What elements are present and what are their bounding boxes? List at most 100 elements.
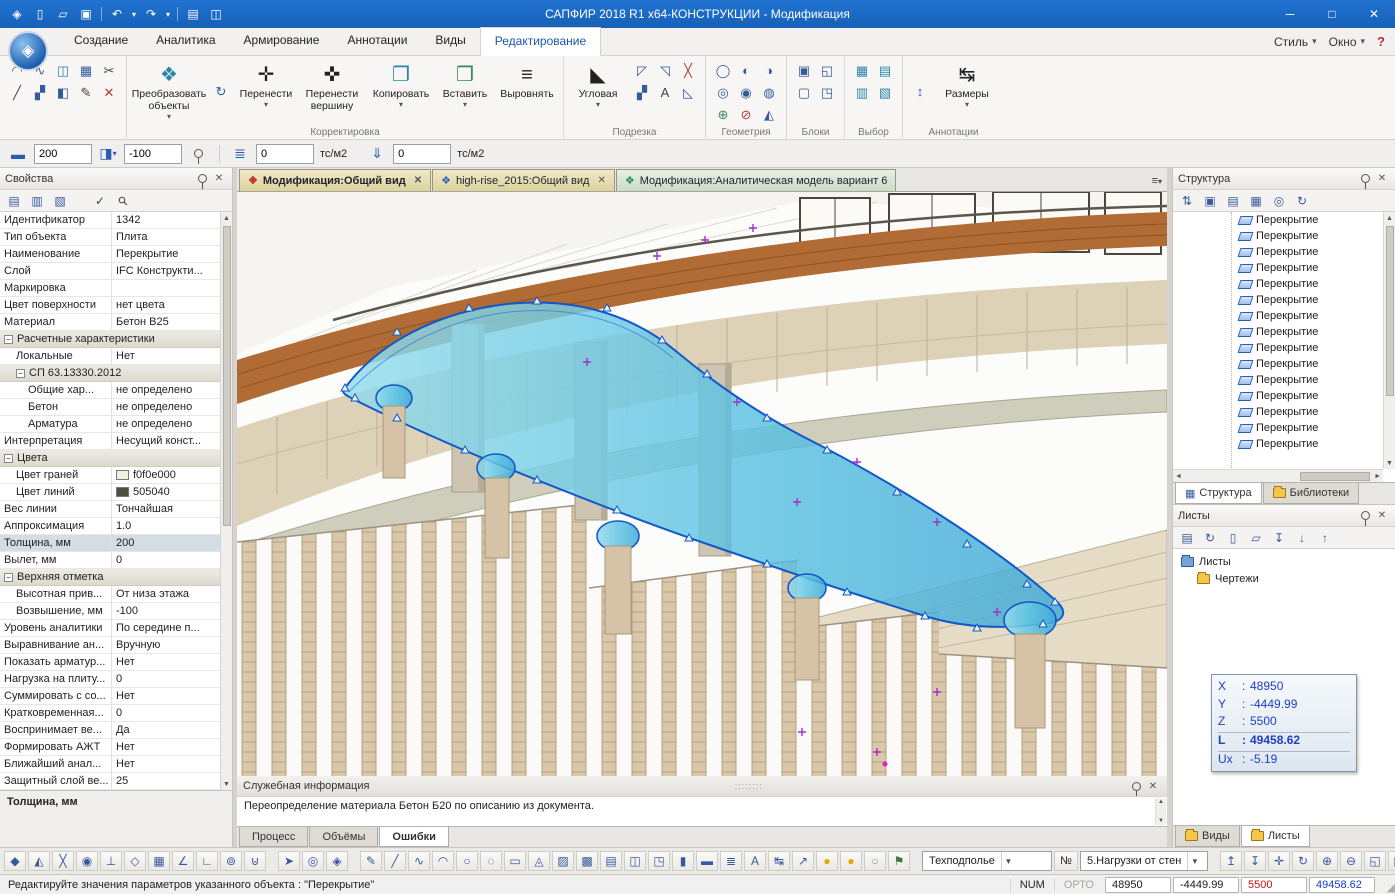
select-similar-icon[interactable]: ▤ — [874, 60, 896, 81]
property-value[interactable]: По середине п... — [112, 622, 220, 634]
sheets-tab-листы[interactable]: Листы — [1241, 826, 1310, 847]
property-row[interactable]: МатериалБетон B25 — [0, 314, 220, 331]
property-value[interactable]: 25 — [112, 775, 220, 787]
numero-button[interactable]: № — [1054, 851, 1078, 871]
chamfer-tool-icon[interactable]: ◺ — [677, 82, 699, 103]
binoculars-icon[interactable]: ◎ — [1269, 192, 1289, 210]
pin-icon[interactable] — [198, 174, 207, 183]
scroll-thumb[interactable] — [223, 226, 231, 526]
sheets-tree-item[interactable]: Чертежи — [1181, 570, 1395, 587]
structure-tree-item[interactable]: Перекрытие — [1173, 340, 1395, 356]
print-preview-icon[interactable]: ◫ — [205, 4, 227, 24]
column-icon[interactable]: ▮ — [672, 851, 694, 871]
property-section[interactable]: −СП 63.13330.2012 — [0, 365, 220, 382]
property-row[interactable]: Тип объектаПлита — [0, 229, 220, 246]
search-icon[interactable]: ⚲ — [110, 187, 137, 214]
snap-nearest-icon[interactable]: ◇ — [124, 851, 146, 871]
refresh-icon[interactable]: ↻ — [1292, 192, 1312, 210]
vertical-dimension-icon[interactable]: ↕ — [909, 81, 931, 102]
magnet-icon[interactable]: ⊍ — [244, 851, 266, 871]
offset-contour-icon[interactable]: ◉ — [735, 82, 757, 103]
property-value[interactable]: 0 — [112, 707, 220, 719]
property-row[interactable]: Ближайший анал...Нет — [0, 756, 220, 773]
eyedropper-icon[interactable]: ✎ — [75, 82, 97, 103]
line-icon[interactable]: ╱ — [384, 851, 406, 871]
sheets-tab-виды[interactable]: Виды — [1175, 826, 1240, 847]
dimensions-button[interactable]: ↹ Размеры ▾ — [936, 60, 998, 109]
info-tab-процесс[interactable]: Процесс — [239, 827, 308, 847]
sheet-from-template-icon[interactable]: ▱ — [1246, 529, 1266, 547]
leader-icon[interactable]: ↗ — [792, 851, 814, 871]
property-value[interactable]: 0 — [112, 554, 220, 566]
add-node-icon[interactable]: ⊕ — [712, 104, 734, 125]
drag-grip[interactable]: :::::::: — [369, 781, 1128, 791]
select-layer-icon[interactable]: ▥ — [851, 82, 873, 103]
window-menu[interactable]: Окно — [1329, 35, 1357, 49]
property-value[interactable]: Нет — [112, 690, 220, 702]
snap-angle-icon[interactable]: ∠ — [172, 851, 194, 871]
settings-view-icon[interactable]: ▧ — [50, 192, 70, 210]
structure-vscrollbar[interactable]: ▲ ▼ — [1383, 212, 1395, 469]
zoom-window-icon[interactable]: ◱ — [1364, 851, 1386, 871]
lamp-off-icon[interactable]: ○ — [864, 851, 886, 871]
ortho-indicator[interactable]: ОРТО — [1054, 879, 1103, 891]
text-icon[interactable]: A — [744, 851, 766, 871]
structure-tree-item[interactable]: Перекрытие — [1173, 276, 1395, 292]
property-value[interactable]: не определено — [112, 401, 220, 413]
orbit-icon[interactable]: ↻ — [1292, 851, 1314, 871]
structure-tab-библиотеки[interactable]: Библиотеки — [1263, 483, 1360, 504]
property-row[interactable]: Цвет гранейf0f0e000 — [0, 467, 220, 484]
storey-down-icon[interactable]: ↧ — [1244, 851, 1266, 871]
rectangle-icon[interactable]: ▭ — [504, 851, 526, 871]
property-value[interactable]: Бетон B25 — [112, 316, 220, 328]
property-row[interactable]: Арматуране определено — [0, 416, 220, 433]
sort-asc-icon[interactable]: ↓ — [1292, 529, 1312, 547]
open-document-icon[interactable]: ▱ — [52, 4, 74, 24]
collapse-icon[interactable]: − — [4, 335, 13, 344]
property-value[interactable]: Нет — [112, 758, 220, 770]
stamp-tool-icon[interactable]: ◫ — [52, 60, 74, 81]
boolean-intersect-icon[interactable]: ◑ — [758, 60, 780, 81]
property-row[interactable]: Высотная прив...От низа этажа — [0, 586, 220, 603]
property-section[interactable]: −Цвета — [0, 450, 220, 467]
scroll-thumb[interactable] — [1300, 472, 1370, 481]
property-section[interactable]: −Расчетные характеристики — [0, 331, 220, 348]
arc-icon[interactable]: ◠ — [432, 851, 454, 871]
print-sheet-icon[interactable]: ▤ — [1177, 529, 1197, 547]
block-library-icon[interactable]: ◳ — [816, 82, 838, 103]
property-value[interactable]: 200 — [112, 537, 220, 549]
text-fit-icon[interactable]: A — [654, 82, 676, 103]
property-row[interactable]: Возвышение, мм-100 — [0, 603, 220, 620]
property-row[interactable]: Воспринимает ве...Да — [0, 722, 220, 739]
lamp-on-icon[interactable]: ● — [816, 851, 838, 871]
corner-trim-button[interactable]: ◣ Угловая ▾ — [570, 60, 626, 109]
wall-icon[interactable]: ▤ — [600, 851, 622, 871]
property-row[interactable]: Цвет поверхностинет цвета — [0, 297, 220, 314]
print-icon[interactable]: ▤ — [182, 4, 204, 24]
structure-tab-структура[interactable]: ▦Структура — [1175, 483, 1262, 504]
structure-tree-item[interactable]: Перекрытие — [1173, 356, 1395, 372]
resize-grip-icon[interactable]: ◢ — [1379, 876, 1395, 894]
property-row[interactable]: Вес линииТончайшая — [0, 501, 220, 518]
object-snap-icon[interactable]: ⊚ — [220, 851, 242, 871]
app-gem-icon[interactable]: ◈ — [6, 4, 28, 24]
ortho-mode-icon[interactable]: ∟ — [196, 851, 218, 871]
undo-menu-icon[interactable]: ▾ — [129, 4, 139, 24]
pencil-icon[interactable]: ✎ — [360, 851, 382, 871]
select-all-icon[interactable]: ▦ — [851, 60, 873, 81]
viewport-tab[interactable]: ❖Модификация:Аналитическая модель вариан… — [616, 169, 897, 191]
scroll-down-icon[interactable]: ▼ — [223, 778, 230, 790]
structure-tree-item[interactable]: Перекрытие — [1173, 420, 1395, 436]
structure-tree-item[interactable]: Перекрытие — [1173, 372, 1395, 388]
scroll-down-icon[interactable]: ▼ — [1158, 818, 1164, 824]
offset-m6de-combo-icon[interactable]: ◨▾ — [96, 143, 120, 165]
point-load-input[interactable] — [393, 144, 451, 164]
tab-list-icon[interactable]: ≡▾ — [1152, 175, 1162, 187]
property-value[interactable]: Да — [112, 724, 220, 736]
snap-center-icon[interactable]: ◉ — [76, 851, 98, 871]
property-value[interactable]: Тончайшая — [112, 503, 220, 515]
cursor-select-icon[interactable]: ➤ — [278, 851, 300, 871]
save-icon[interactable]: ▣ — [75, 4, 97, 24]
structure-tree-item[interactable]: Перекрытие — [1173, 436, 1395, 452]
edit-block-icon[interactable]: ◱ — [816, 60, 838, 81]
